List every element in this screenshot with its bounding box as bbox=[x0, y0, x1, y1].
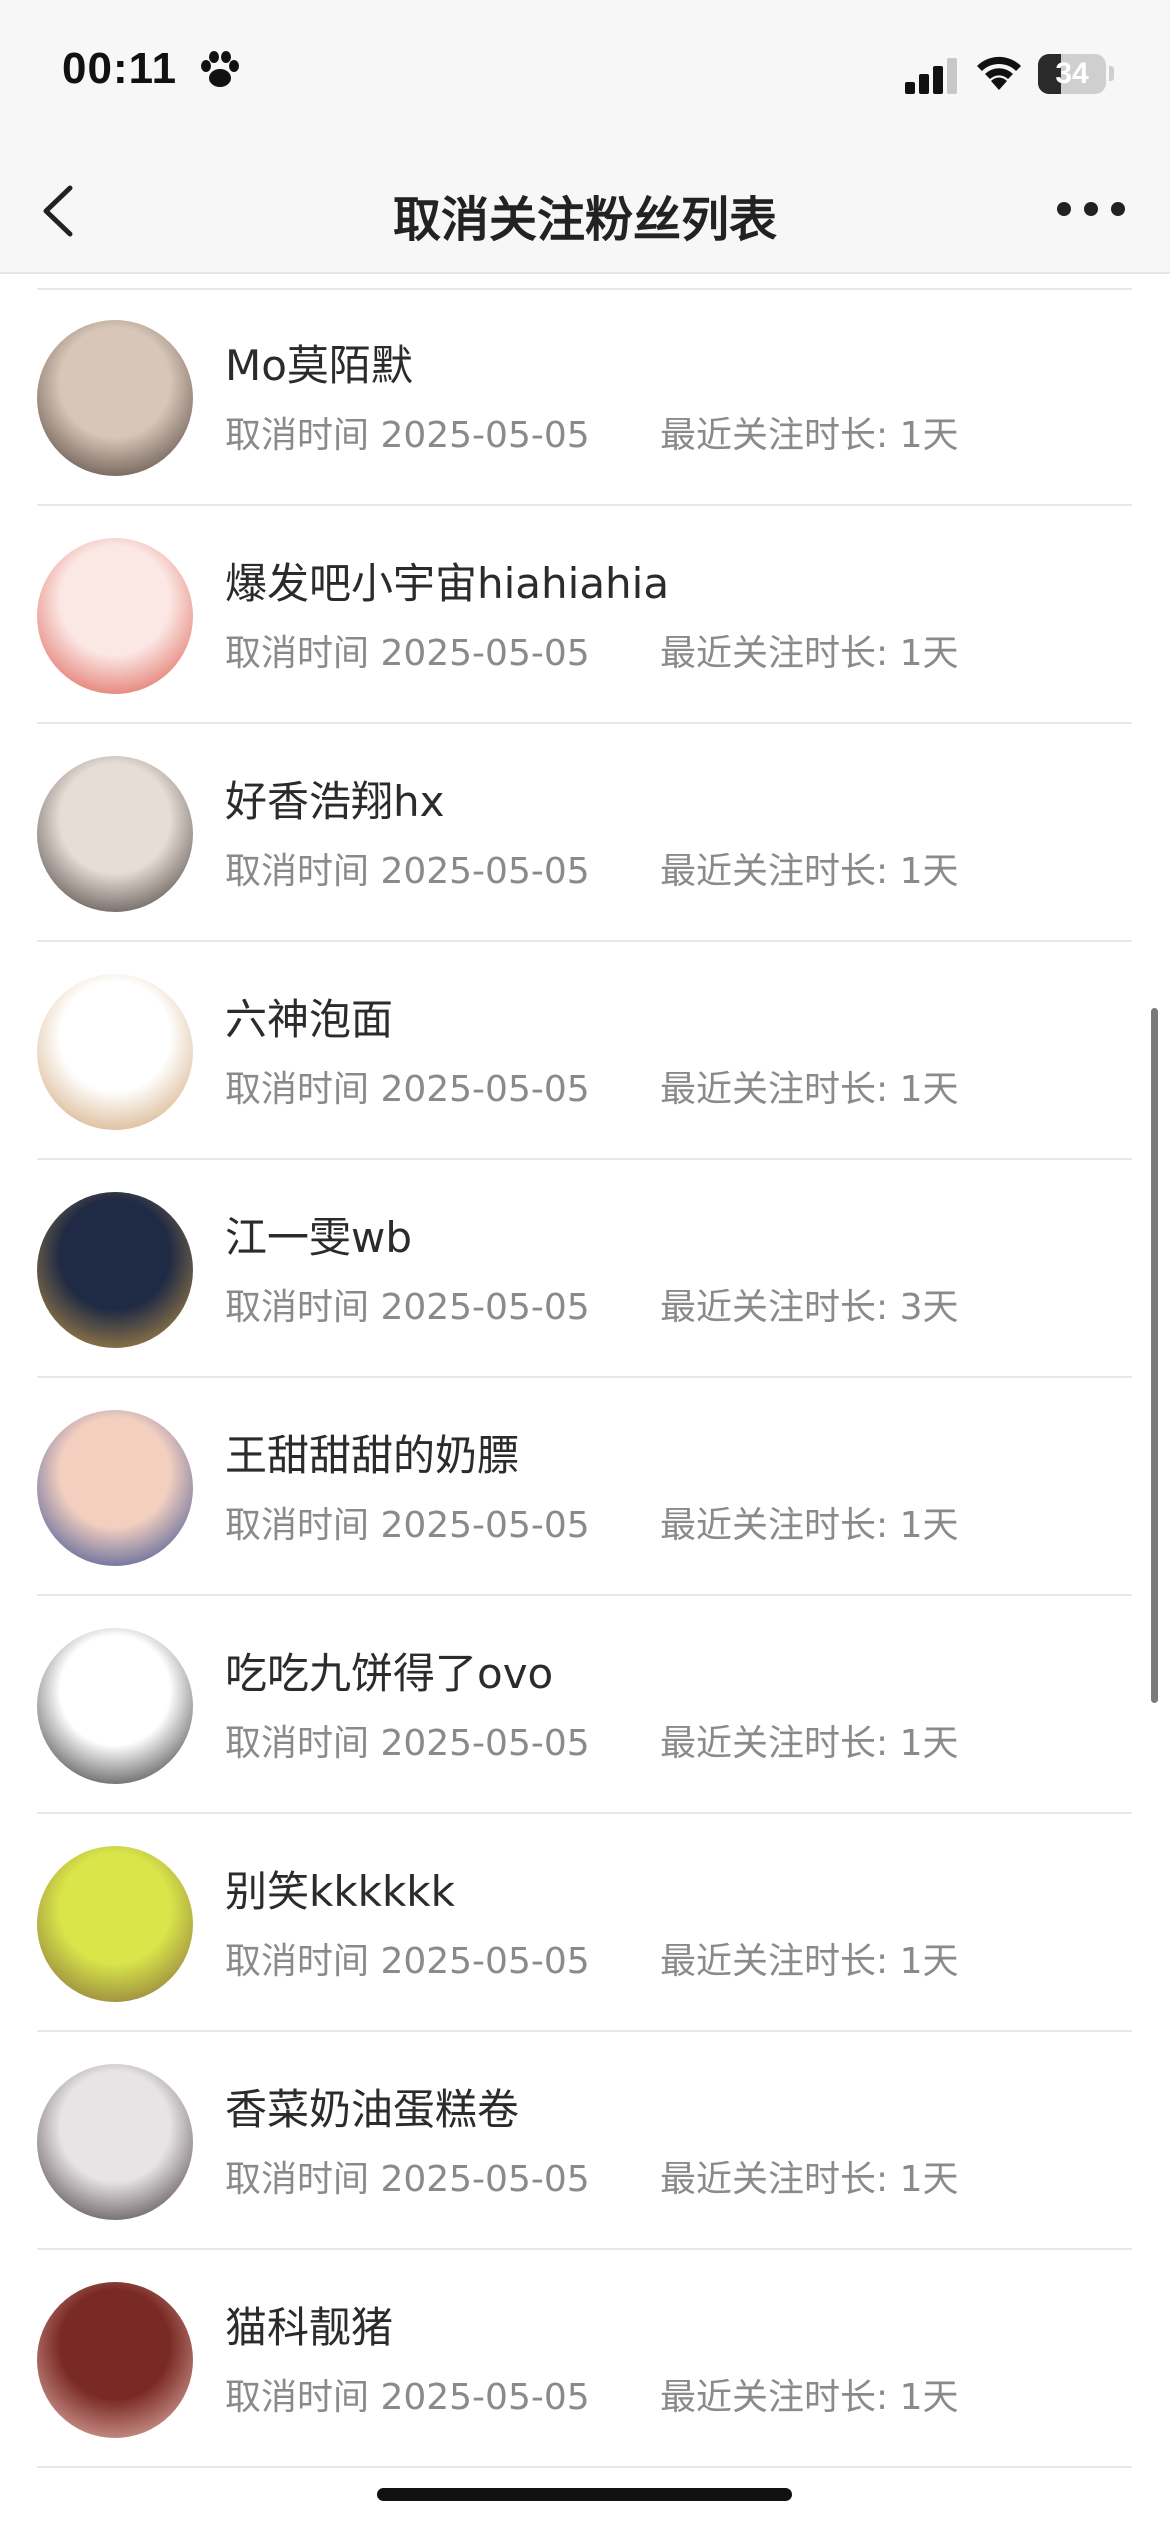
avatar[interactable] bbox=[37, 1192, 193, 1348]
avatar[interactable] bbox=[37, 538, 193, 694]
cancel-time-text: 取消时间 2025-05-05 bbox=[225, 2377, 590, 2418]
list-item[interactable]: 江一雯wb 取消时间 2025-05-05 最近关注时长: 3天 bbox=[0, 1160, 1170, 1378]
wifi-icon bbox=[977, 56, 1021, 90]
list-item[interactable]: 猫科靓猪 取消时间 2025-05-05 最近关注时长: 1天 bbox=[0, 2250, 1170, 2468]
follow-duration-text: 最近关注时长: 1天 bbox=[660, 1069, 959, 1110]
cancel-time-text: 取消时间 2025-05-05 bbox=[225, 1941, 590, 1982]
follow-duration-text: 最近关注时长: 3天 bbox=[660, 1287, 959, 1328]
list-item[interactable]: 王甜甜甜的奶膘 取消时间 2025-05-05 最近关注时长: 1天 bbox=[0, 1378, 1170, 1596]
list-item[interactable]: Mo莫陌默 取消时间 2025-05-05 最近关注时长: 1天 bbox=[0, 288, 1170, 506]
user-name[interactable]: 六神泡面 bbox=[225, 986, 393, 1047]
status-bar: 00:11 34 bbox=[0, 0, 1170, 150]
follow-duration-text: 最近关注时长: 1天 bbox=[660, 633, 959, 674]
user-name[interactable]: 江一雯wb bbox=[225, 1204, 412, 1265]
user-name[interactable]: 吃吃九饼得了ovo bbox=[225, 1640, 553, 1701]
avatar[interactable] bbox=[37, 974, 193, 1130]
avatar[interactable] bbox=[37, 756, 193, 912]
battery-icon: 34 bbox=[1038, 54, 1106, 94]
user-name[interactable]: 香菜奶油蛋糕卷 bbox=[225, 2076, 519, 2137]
cancel-time-text: 取消时间 2025-05-05 bbox=[225, 2159, 590, 2200]
user-name[interactable]: 好香浩翔hx bbox=[225, 768, 444, 829]
scrollbar[interactable] bbox=[1151, 1008, 1158, 1703]
cancel-time-text: 取消时间 2025-05-05 bbox=[225, 851, 590, 892]
navigation-bar: 取消关注粉丝列表 bbox=[0, 150, 1170, 274]
battery-nub bbox=[1109, 66, 1114, 81]
avatar[interactable] bbox=[37, 2282, 193, 2438]
follow-duration-text: 最近关注时长: 1天 bbox=[660, 2377, 959, 2418]
cancel-time-text: 取消时间 2025-05-05 bbox=[225, 1069, 590, 1110]
user-name[interactable]: 爆发吧小宇宙hiahiahia bbox=[225, 550, 669, 611]
list-item[interactable]: 别笑kkkkkk 取消时间 2025-05-05 最近关注时长: 1天 bbox=[0, 1814, 1170, 2032]
avatar[interactable] bbox=[37, 1628, 193, 1784]
follow-duration-text: 最近关注时长: 1天 bbox=[660, 851, 959, 892]
status-time: 00:11 bbox=[62, 44, 178, 93]
list-item[interactable]: 爆发吧小宇宙hiahiahia 取消时间 2025-05-05 最近关注时长: … bbox=[0, 506, 1170, 724]
battery-level: 34 bbox=[1055, 57, 1089, 90]
cancel-time-text: 取消时间 2025-05-05 bbox=[225, 1505, 590, 1546]
follow-duration-text: 最近关注时长: 1天 bbox=[660, 1723, 959, 1764]
list-item[interactable]: 香菜奶油蛋糕卷 取消时间 2025-05-05 最近关注时长: 1天 bbox=[0, 2032, 1170, 2250]
avatar[interactable] bbox=[37, 1410, 193, 1566]
paw-icon bbox=[201, 51, 239, 87]
list-item[interactable]: 吃吃九饼得了ovo 取消时间 2025-05-05 最近关注时长: 1天 bbox=[0, 1596, 1170, 1814]
follow-duration-text: 最近关注时长: 1天 bbox=[660, 1505, 959, 1546]
home-indicator[interactable] bbox=[377, 2488, 792, 2501]
cancel-time-text: 取消时间 2025-05-05 bbox=[225, 1287, 590, 1328]
cancel-time-text: 取消时间 2025-05-05 bbox=[225, 633, 590, 674]
avatar[interactable] bbox=[37, 1846, 193, 2002]
user-name[interactable]: 别笑kkkkkk bbox=[225, 1858, 455, 1919]
page-title: 取消关注粉丝列表 bbox=[392, 192, 777, 248]
list-item[interactable]: 好香浩翔hx 取消时间 2025-05-05 最近关注时长: 1天 bbox=[0, 724, 1170, 942]
cancel-time-text: 取消时间 2025-05-05 bbox=[225, 415, 590, 456]
unfollow-fan-list: Mo莫陌默 取消时间 2025-05-05 最近关注时长: 1天 爆发吧小宇宙h… bbox=[0, 288, 1170, 2468]
follow-duration-text: 最近关注时长: 1天 bbox=[660, 415, 959, 456]
user-name[interactable]: 猫科靓猪 bbox=[225, 2294, 393, 2355]
cellular-signal-icon bbox=[905, 58, 957, 94]
follow-duration-text: 最近关注时长: 1天 bbox=[660, 2159, 959, 2200]
cancel-time-text: 取消时间 2025-05-05 bbox=[225, 1723, 590, 1764]
user-name[interactable]: Mo莫陌默 bbox=[225, 332, 413, 393]
avatar[interactable] bbox=[37, 320, 193, 476]
follow-duration-text: 最近关注时长: 1天 bbox=[660, 1941, 959, 1982]
list-item[interactable]: 六神泡面 取消时间 2025-05-05 最近关注时长: 1天 bbox=[0, 942, 1170, 1160]
more-dots-icon[interactable] bbox=[1055, 194, 1127, 224]
user-name[interactable]: 王甜甜甜的奶膘 bbox=[225, 1422, 519, 1483]
avatar[interactable] bbox=[37, 2064, 193, 2220]
